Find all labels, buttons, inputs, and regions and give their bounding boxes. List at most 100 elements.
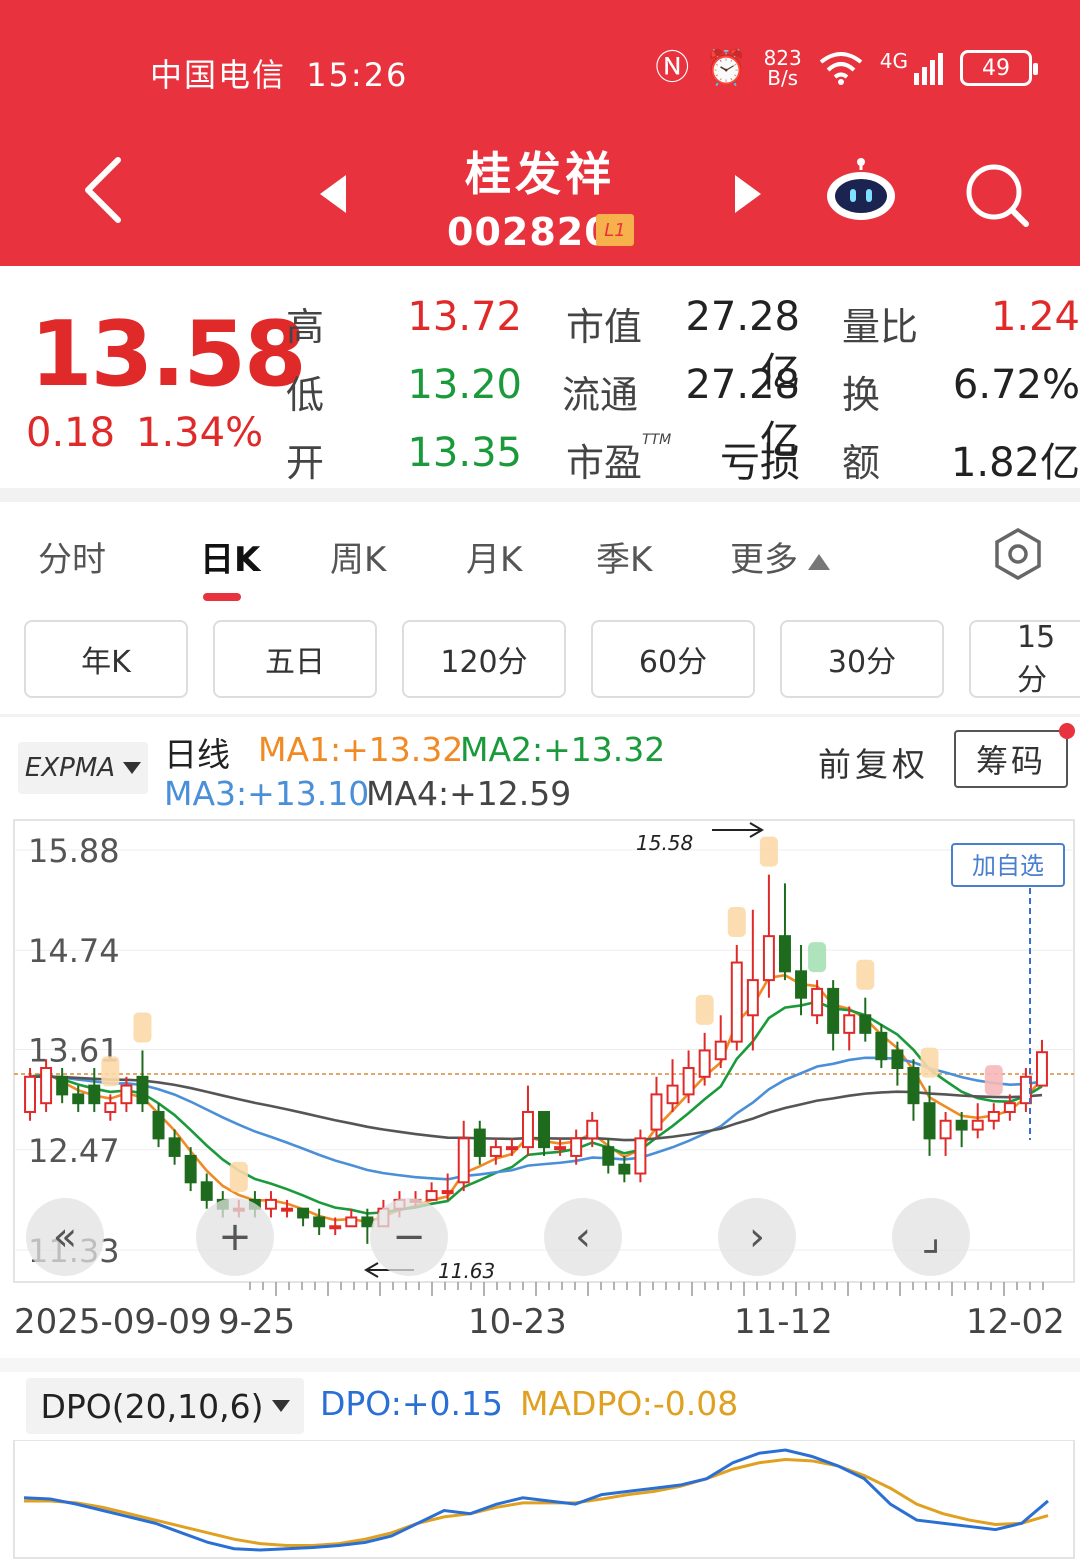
active-tab-indicator	[203, 593, 241, 601]
pan-right-button[interactable]: ›	[718, 1198, 796, 1276]
adjust-mode[interactable]: 前复权	[818, 738, 929, 786]
legend-ma1: MA1:+13.32	[258, 730, 464, 769]
tab-monthly-k[interactable]: 月K	[466, 532, 522, 581]
next-stock-icon[interactable]	[735, 175, 761, 213]
fullscreen-button[interactable]: ⌟	[892, 1198, 970, 1276]
td-mark	[759, 836, 778, 867]
candle-body	[586, 1119, 599, 1140]
candle-body	[104, 1102, 117, 1113]
td-mark	[133, 1012, 152, 1043]
indicator-label: EXPMA	[24, 753, 116, 783]
legend-madpo: MADPO:-0.08	[520, 1384, 739, 1423]
stock-detail-screen: { "status_bar": {"carrier": "中国电信", "tim…	[0, 0, 1080, 1561]
turnover-label: 换	[842, 373, 881, 417]
period-five-day[interactable]: 五日	[213, 620, 377, 698]
legend-ma3: MA3:+13.10	[164, 774, 370, 813]
candle-body	[200, 1181, 213, 1201]
zoom-out-button[interactable]: −	[370, 1198, 448, 1276]
x-label-2: 9-25	[218, 1302, 296, 1342]
candle-body	[1035, 1051, 1048, 1087]
high-value: 13.72	[407, 294, 522, 340]
candle-body	[746, 979, 759, 1017]
candle	[634, 1129, 647, 1183]
hexagon-settings-icon[interactable]	[992, 528, 1044, 580]
td-mark	[984, 1065, 1003, 1096]
candle-body	[602, 1146, 615, 1166]
stock-name: 桂发祥	[465, 147, 615, 201]
last-price: 13.58	[30, 302, 307, 407]
pe-ttm-mark: TTM	[642, 432, 672, 448]
candle-body	[441, 1190, 454, 1195]
candle-body	[56, 1075, 69, 1096]
low-annotation: 11.63	[438, 1259, 495, 1283]
scroll-start-button[interactable]: «	[26, 1198, 104, 1276]
candle-body	[345, 1216, 358, 1228]
period-60min[interactable]: 60分	[591, 620, 755, 698]
float-label: 流通	[562, 373, 639, 417]
period-30min[interactable]: 30分	[780, 620, 944, 698]
pan-left-button[interactable]: ‹	[544, 1198, 622, 1276]
candle-body	[521, 1110, 534, 1149]
candle-body	[168, 1137, 181, 1157]
kline-tabs: 分时 日K 周K 月K 季K 更多	[0, 502, 1080, 602]
candle-body	[1003, 1102, 1016, 1113]
indicator-select[interactable]: EXPMA	[18, 742, 148, 794]
candle-body	[505, 1146, 518, 1151]
legend-ma4: MA4:+12.59	[366, 774, 572, 813]
search-icon[interactable]	[964, 162, 1030, 228]
candle-body	[762, 935, 775, 982]
network-type: 4G	[879, 49, 908, 73]
divider	[0, 488, 1080, 502]
dpo-indicator-label: DPO(20,10,6)	[40, 1386, 264, 1426]
high-annotation: 15.58	[636, 831, 693, 855]
candle-body	[714, 1040, 727, 1061]
chevron-down-icon	[123, 762, 142, 774]
dpo-indicator-select[interactable]: DPO(20,10,6)	[26, 1378, 304, 1434]
candle-body	[264, 1198, 277, 1210]
period-15min[interactable]: 15分	[969, 620, 1080, 698]
period-120min[interactable]: 120分	[402, 620, 566, 698]
x-axis-ticks	[249, 1282, 1044, 1296]
low-label: 低	[286, 373, 325, 417]
tab-quarterly-k[interactable]: 季K	[596, 532, 652, 581]
add-watch-button[interactable]: 加自选	[951, 843, 1065, 887]
zoom-in-button[interactable]: +	[196, 1198, 274, 1276]
wifi-icon	[819, 52, 863, 85]
caret-up-icon	[808, 553, 830, 570]
legend-dpo: DPO:+0.15	[320, 1384, 503, 1423]
high-label: 高	[286, 305, 325, 349]
candle-body	[698, 1049, 711, 1078]
candle-body	[634, 1137, 647, 1175]
candle-body	[891, 1049, 904, 1070]
candle-body	[907, 1067, 920, 1105]
candle	[40, 1059, 53, 1112]
pe-value: 亏损	[720, 440, 800, 486]
chevron-down-icon	[271, 1400, 290, 1412]
tab-more[interactable]: 更多	[730, 532, 830, 581]
net-speed: 823 B/s	[764, 48, 802, 88]
candle-body	[939, 1119, 952, 1140]
pe-label: 市盈TTM	[566, 432, 671, 487]
ai-robot-icon[interactable]	[824, 158, 898, 222]
candle-body	[778, 935, 791, 973]
open-value: 13.35	[407, 430, 522, 476]
candle-body	[72, 1093, 85, 1105]
vol-ratio-value: 1.24	[990, 294, 1080, 340]
td-mark	[856, 959, 875, 990]
x-label-end: 12-02	[966, 1302, 1065, 1342]
tab-more-label: 更多	[730, 540, 798, 580]
tab-weekly-k[interactable]: 周K	[330, 532, 386, 581]
candle-body	[136, 1075, 149, 1105]
amount-value: 1.82亿	[950, 440, 1080, 486]
carrier-text: 中国电信	[150, 56, 287, 94]
tab-daily-k[interactable]: 日K	[200, 532, 260, 581]
period-year-k[interactable]: 年K	[24, 620, 188, 698]
candle-body	[184, 1154, 197, 1184]
battery-level: 49	[982, 55, 1010, 81]
tab-intraday[interactable]: 分时	[38, 532, 106, 581]
chips-button[interactable]: 筹码	[954, 730, 1068, 788]
td-mark	[229, 1161, 248, 1192]
candle-body	[650, 1093, 663, 1131]
notify-dot	[1059, 723, 1075, 739]
amount-label: 额	[842, 441, 881, 485]
